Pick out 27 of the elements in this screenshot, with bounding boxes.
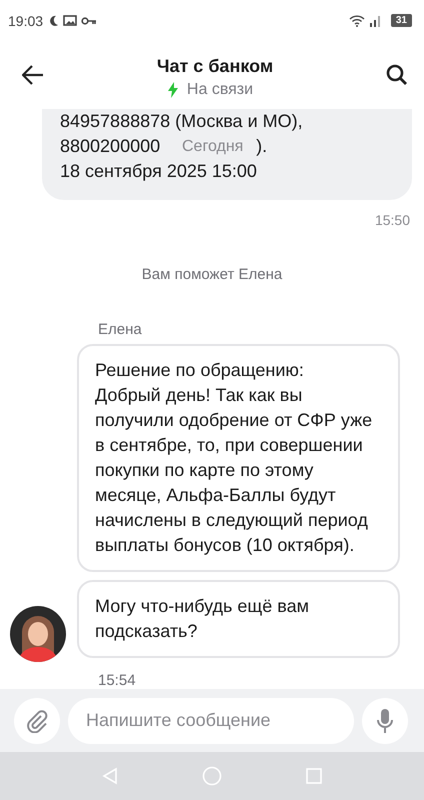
system-note: Вам поможет Елена bbox=[142, 266, 282, 284]
chat-title: Чат с банком bbox=[156, 56, 274, 77]
microphone-icon bbox=[376, 708, 394, 734]
message-line: 8800200000 bbox=[60, 135, 160, 158]
status-time: 19:03 bbox=[8, 12, 44, 29]
message-bubble: Решение по обращению: Добрый день! Так как вы получили одобрение от СФР уже в сентябре, то, при совершении покупки по карте по этому месяце, Альфа-Баллы будут начислены в следующий период выплаты бонусов (10 октября). bbox=[77, 344, 400, 572]
battery-indicator: 31 bbox=[390, 14, 412, 28]
back-arrow-icon[interactable] bbox=[22, 65, 44, 86]
message-line: ). bbox=[256, 135, 268, 158]
message-bubble: Могу что-нибудь ещё вам подсказать? bbox=[77, 580, 400, 658]
search-icon[interactable] bbox=[386, 64, 408, 86]
message-line: 18 сентября 2025 15:00 bbox=[60, 160, 258, 184]
image-icon bbox=[63, 15, 78, 26]
microphone-button[interactable] bbox=[362, 698, 408, 744]
key-icon bbox=[81, 16, 98, 25]
paperclip-icon bbox=[25, 708, 49, 733]
attach-button[interactable] bbox=[14, 698, 60, 744]
moon-icon bbox=[49, 14, 60, 27]
online-status: На связи bbox=[186, 80, 254, 99]
wifi-icon bbox=[348, 14, 365, 27]
operator-name: Елена bbox=[98, 321, 143, 338]
message-time: 15:50 bbox=[374, 212, 410, 228]
message-time: 15:54 bbox=[98, 672, 137, 690]
lightning-icon bbox=[166, 82, 179, 98]
message-input[interactable]: Напишите сообщение bbox=[68, 698, 354, 744]
signal-icon bbox=[368, 14, 383, 27]
message-line: 84957888878 (Москва и МО), bbox=[60, 110, 304, 134]
